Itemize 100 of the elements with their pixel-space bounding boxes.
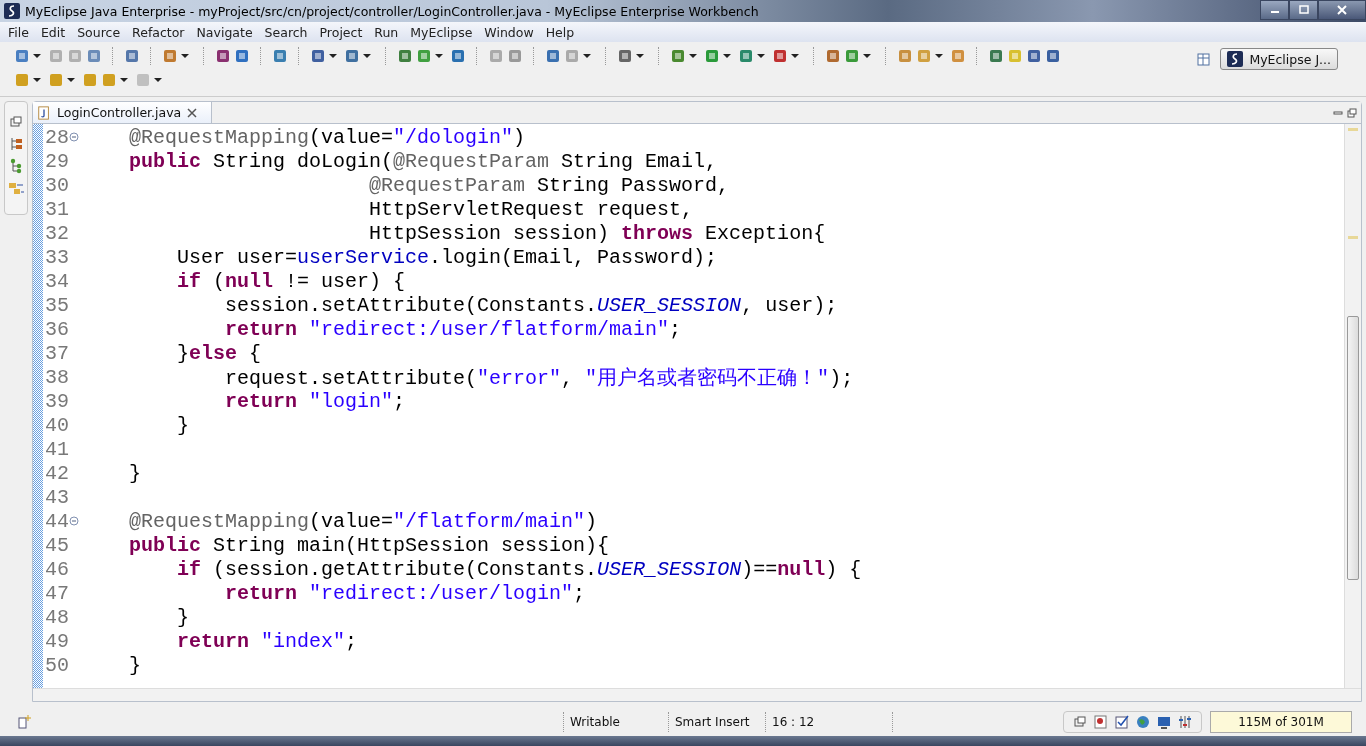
code-line: HttpServletRequest request, (368, 197, 694, 221)
minimize-button[interactable] (1260, 0, 1289, 20)
status-text: Writable (563, 712, 668, 732)
menu-item[interactable]: Edit (34, 24, 72, 40)
code-line: }else { (176, 341, 262, 365)
monitor-icon[interactable] (1156, 714, 1172, 730)
dropdown-arrow-icon[interactable] (363, 52, 371, 60)
menu-item[interactable]: Source (71, 24, 127, 40)
tree-icon[interactable] (8, 158, 24, 174)
code-line: return "index"; (176, 629, 358, 653)
dropdown-arrow-icon[interactable] (757, 52, 765, 60)
code-line: request.setAttribute("error", "用户名或者密码不正确！"); (224, 365, 854, 391)
line-number: 37 (44, 341, 69, 365)
window-title: MyEclipse Java Enterprise - myProject/src/cn/project/controller/LoginController.java - MyEclipse Enterprise Workbench (25, 3, 759, 19)
sliders-icon[interactable] (1177, 714, 1193, 730)
maximize-button[interactable] (1289, 0, 1318, 20)
line-number: 32 (44, 221, 69, 245)
dropdown-arrow-icon[interactable] (791, 52, 799, 60)
line-number: 34 (44, 269, 69, 293)
line-number: 39 (44, 389, 69, 413)
dropdown-arrow-icon[interactable] (33, 76, 41, 84)
line-number: 28 (44, 125, 69, 149)
perspective-button[interactable]: MyEclipse J... (1220, 48, 1338, 70)
open-perspective-icon[interactable] (1196, 51, 1213, 67)
code-line: @RequestMapping(value="/flatform/main") (128, 509, 598, 533)
line-number: 46 (44, 557, 69, 581)
dropdown-arrow-icon[interactable] (935, 52, 943, 60)
line-number: 33 (44, 245, 69, 269)
cursor-position: 16 : 12 (765, 712, 892, 732)
close-icon (1336, 5, 1348, 15)
dropdown-arrow-icon[interactable] (723, 52, 731, 60)
line-number: 42 (44, 461, 69, 485)
dropdown-arrow-icon[interactable] (33, 52, 41, 60)
hierarchy-icon[interactable] (8, 136, 24, 152)
code-line: @RequestParam String Password, (368, 173, 730, 197)
menu-item[interactable]: File (2, 24, 35, 40)
app-logo-icon (4, 3, 20, 19)
java-file-icon (37, 105, 51, 120)
editor-tab[interactable]: LoginController.java (33, 102, 213, 123)
line-number: 45 (44, 533, 69, 557)
line-number: 36 (44, 317, 69, 341)
task-icon[interactable] (1114, 714, 1130, 730)
warning-icon[interactable] (1093, 714, 1109, 730)
menu-item[interactable]: Search (258, 24, 314, 40)
code-line: public String doLogin(@RequestParam String Email, (128, 149, 718, 173)
line-number: 47 (44, 581, 69, 605)
code-line: return "redirect:/user/login"; (224, 581, 586, 605)
line-number: 35 (44, 293, 69, 317)
folder-tree-icon[interactable] (8, 180, 24, 196)
code-line: session.setAttribute(Constants.USER_SESSION, user); (224, 293, 838, 317)
line-number: 48 (44, 605, 69, 629)
code-line: if (session.getAttribute(Constants.USER_SESSION)==null) { (176, 557, 862, 581)
status-text: Smart Insert (668, 712, 765, 732)
dropdown-arrow-icon[interactable] (329, 52, 337, 60)
menu-item[interactable]: Run (368, 24, 405, 40)
code-line: public String main(HttpSession session){ (128, 533, 610, 557)
dropdown-arrow-icon[interactable] (689, 52, 697, 60)
dropdown-arrow-icon[interactable] (67, 76, 75, 84)
code-line: HttpSession session) throws Exception{ (368, 221, 826, 245)
code-line: User user=userService.login(Email, Password); (176, 245, 718, 269)
line-number: 40 (44, 413, 69, 437)
code-line: @RequestMapping(value="/dologin") (128, 125, 526, 149)
menu-item[interactable]: Project (313, 24, 369, 40)
dropdown-arrow-icon[interactable] (154, 76, 162, 84)
dropdown-arrow-icon[interactable] (435, 52, 443, 60)
line-number: 50 (44, 653, 69, 677)
maximize-icon (1297, 5, 1310, 15)
restore-icon[interactable] (1072, 714, 1088, 730)
dropdown-arrow-icon[interactable] (636, 52, 644, 60)
collapse-icon[interactable] (69, 516, 79, 526)
close-button[interactable] (1318, 0, 1366, 20)
menu-item[interactable]: Navigate (190, 24, 259, 40)
line-number: 38 (44, 365, 69, 389)
heap-status[interactable]: 115M of 301M (1210, 711, 1352, 733)
code-line: } (176, 605, 190, 629)
collapse-icon[interactable] (69, 132, 79, 142)
restore-icon[interactable] (8, 114, 24, 130)
fast-view-icon[interactable] (16, 714, 32, 730)
app-logo-icon (1227, 51, 1244, 67)
maximize-icon[interactable] (1347, 107, 1357, 118)
vertical-scrollbar[interactable] (1344, 124, 1361, 688)
dropdown-arrow-icon[interactable] (863, 52, 871, 60)
code-line: return "redirect:/user/flatform/main"; (224, 317, 682, 341)
line-number: 29 (44, 149, 69, 173)
menu-item[interactable]: Window (478, 24, 540, 40)
code-line: } (128, 461, 141, 485)
code-line: } (176, 413, 190, 437)
dropdown-arrow-icon[interactable] (120, 76, 128, 84)
menu-item[interactable]: Refactor (126, 24, 191, 40)
close-icon[interactable] (187, 107, 198, 118)
code-line: return "login"; (224, 389, 406, 413)
menu-item[interactable]: MyEclipse (404, 24, 479, 40)
line-number: 43 (44, 485, 69, 509)
code-line: } (128, 653, 141, 677)
line-number: 44 (44, 509, 69, 533)
line-number: 49 (44, 629, 69, 653)
dropdown-arrow-icon[interactable] (583, 52, 591, 60)
menu-item[interactable]: Help (539, 24, 581, 40)
dropdown-arrow-icon[interactable] (181, 52, 189, 60)
horizontal-scrollbar[interactable] (33, 688, 1361, 701)
